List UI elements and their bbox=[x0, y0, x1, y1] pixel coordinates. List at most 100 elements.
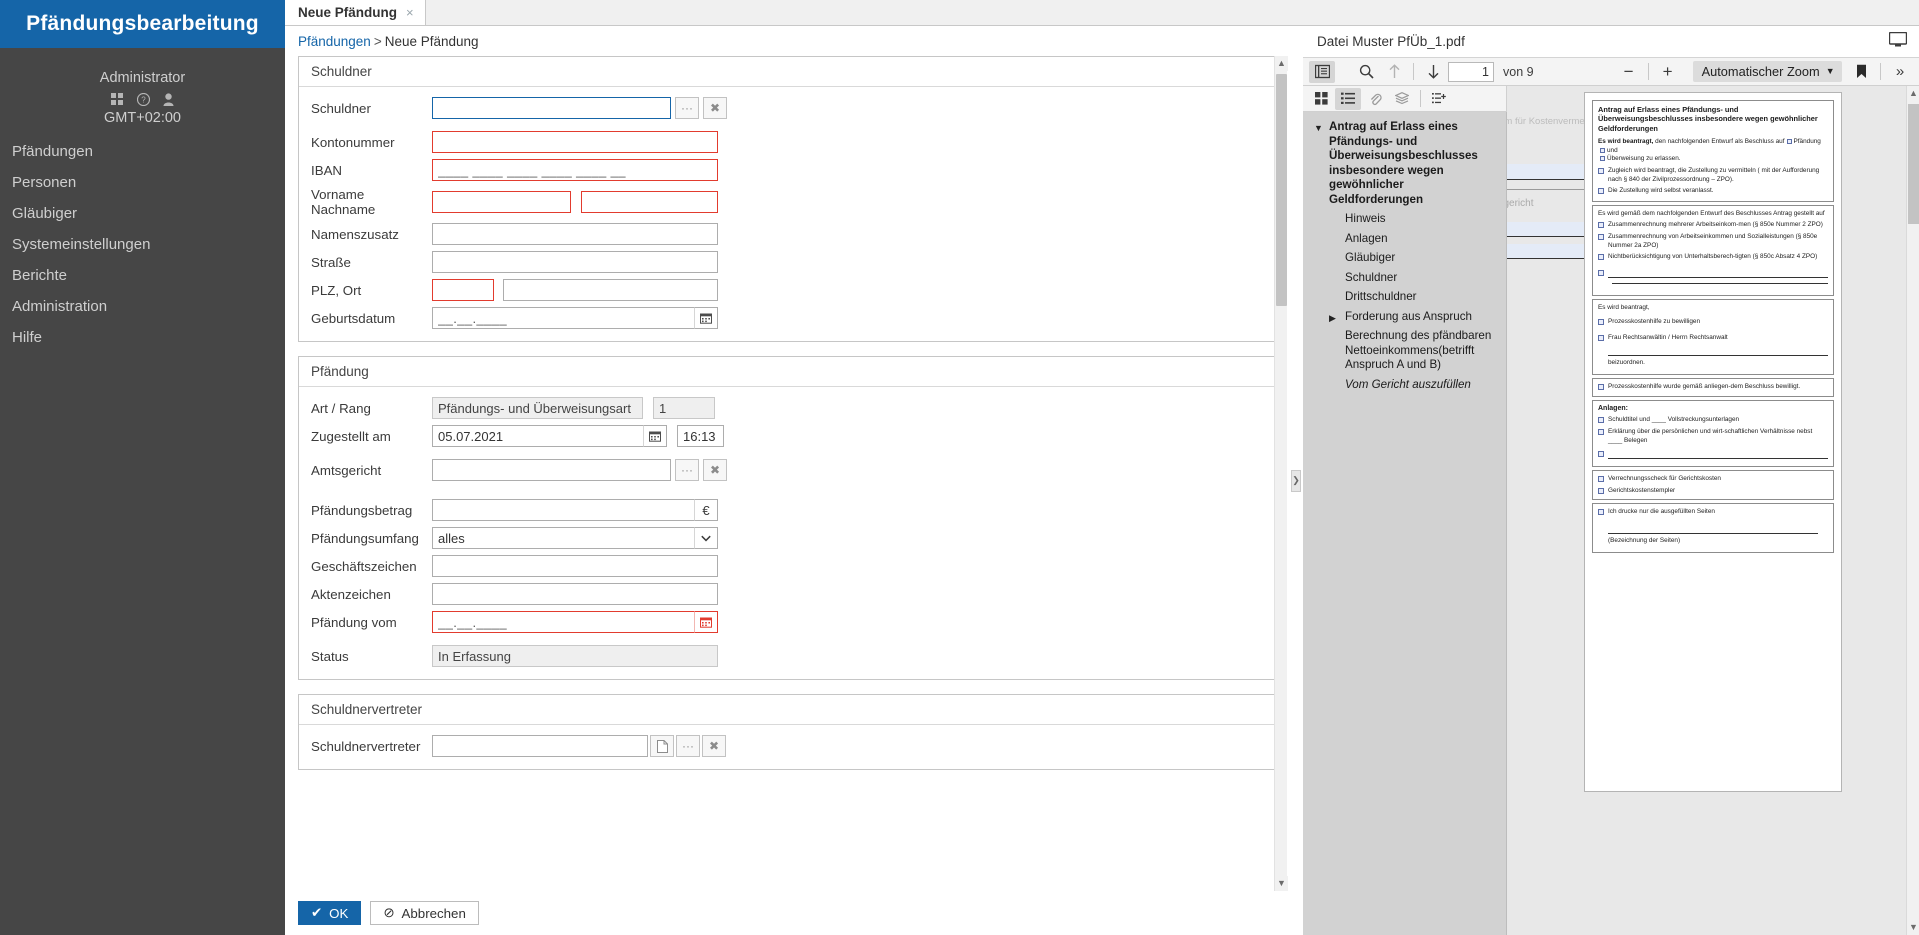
sidebar-item-personen[interactable]: Personen bbox=[0, 167, 285, 198]
checkbox-icon[interactable] bbox=[1598, 234, 1604, 240]
vertreter-clear-icon[interactable]: ✖ bbox=[702, 735, 726, 757]
checkbox-icon[interactable] bbox=[1598, 429, 1604, 435]
outline-item-forderung[interactable]: ▶ Forderung aus Anspruch bbox=[1307, 308, 1499, 328]
form-scrollbar[interactable]: ▲ ▼ bbox=[1274, 56, 1287, 891]
pfaendung-vom-calendar-icon[interactable] bbox=[694, 611, 718, 633]
sidebar-toggle-icon[interactable] bbox=[1309, 61, 1335, 83]
schuldner-ellipsis-icon[interactable]: ··· bbox=[675, 97, 699, 119]
checkbox-icon[interactable] bbox=[1598, 509, 1604, 515]
document-icon[interactable] bbox=[650, 735, 674, 757]
checkbox-icon[interactable] bbox=[1598, 335, 1604, 341]
nachname-input[interactable] bbox=[581, 191, 718, 213]
sidebar-item-hilfe[interactable]: Hilfe bbox=[0, 322, 285, 353]
checkbox-icon[interactable] bbox=[1598, 188, 1604, 194]
geburtsdatum-input[interactable] bbox=[432, 307, 694, 329]
checkbox-icon[interactable] bbox=[1598, 168, 1604, 174]
aktenzeichen-input[interactable] bbox=[432, 583, 718, 605]
checkbox-icon[interactable] bbox=[1598, 222, 1604, 228]
amtsgericht-clear-icon[interactable]: ✖ bbox=[703, 459, 727, 481]
arrow-down-icon[interactable] bbox=[1420, 61, 1446, 83]
pane-splitter[interactable]: ❯ bbox=[1289, 26, 1303, 935]
twisty-open-icon[interactable]: ▼ bbox=[1314, 121, 1323, 136]
tab-neue-pfaendung[interactable]: Neue Pfändung × bbox=[285, 0, 426, 25]
vorname-input[interactable] bbox=[432, 191, 571, 213]
pdf-scrollbar[interactable]: ▲ ▼ bbox=[1906, 86, 1919, 935]
zoom-out-button[interactable]: − bbox=[1616, 61, 1642, 83]
scroll-down-icon[interactable]: ▼ bbox=[1275, 876, 1288, 891]
schuldnervertreter-input[interactable] bbox=[432, 735, 648, 757]
more-tools-icon[interactable]: » bbox=[1887, 61, 1913, 83]
splitter-handle-icon[interactable]: ❯ bbox=[1291, 470, 1301, 492]
strasse-input[interactable] bbox=[432, 251, 718, 273]
close-icon[interactable]: × bbox=[406, 5, 414, 20]
form-scrollbar-thumb[interactable] bbox=[1276, 74, 1287, 306]
kontonummer-input[interactable] bbox=[432, 131, 718, 153]
paperclip-icon[interactable] bbox=[1362, 88, 1388, 110]
checkbox-icon[interactable] bbox=[1598, 319, 1604, 325]
checkbox-icon[interactable] bbox=[1598, 451, 1604, 457]
thumbnails-icon[interactable] bbox=[1308, 88, 1334, 110]
scroll-up-icon[interactable]: ▲ bbox=[1275, 56, 1288, 71]
pdf-scrollbar-thumb[interactable] bbox=[1908, 104, 1919, 224]
zoom-level-select[interactable]: Automatischer Zoom ▼ bbox=[1693, 61, 1842, 82]
search-icon[interactable] bbox=[1353, 61, 1379, 83]
pdf-page-input[interactable] bbox=[1448, 62, 1494, 82]
sidebar-item-systemeinstellungen[interactable]: Systemeinstellungen bbox=[0, 229, 285, 260]
bookmark-icon[interactable] bbox=[1848, 61, 1874, 83]
pfaendungsbetrag-input[interactable] bbox=[432, 499, 694, 521]
checkbox-icon[interactable] bbox=[1600, 156, 1605, 161]
checkbox-icon[interactable] bbox=[1598, 254, 1604, 260]
pdf-page-viewport[interactable]: Raum für Kostenvermerke und Eingangsstem… bbox=[1507, 86, 1919, 935]
checkbox-icon[interactable] bbox=[1600, 148, 1605, 153]
twisty-closed-icon[interactable]: ▶ bbox=[1329, 311, 1336, 326]
pdf-scroll-up-icon[interactable]: ▲ bbox=[1907, 86, 1919, 101]
current-outline-icon[interactable] bbox=[1426, 88, 1452, 110]
arrow-up-icon[interactable] bbox=[1381, 61, 1407, 83]
sidebar-item-glaeubiger[interactable]: Gläubiger bbox=[0, 198, 285, 229]
pfaendung-vom-input[interactable] bbox=[432, 611, 694, 633]
pfaendungsumfang-select[interactable] bbox=[432, 527, 694, 549]
checkbox-icon[interactable] bbox=[1598, 270, 1604, 276]
zoom-in-button[interactable]: + bbox=[1655, 61, 1681, 83]
zugestellt-date-input[interactable] bbox=[432, 425, 643, 447]
outline-item-hinweis[interactable]: Hinweis bbox=[1307, 210, 1499, 230]
checkbox-icon[interactable] bbox=[1598, 384, 1604, 390]
outline-item-berechnung[interactable]: Berechnung des pfändbaren Nettoeinkommen… bbox=[1307, 327, 1499, 376]
plz-input[interactable] bbox=[432, 279, 494, 301]
zugestellt-calendar-icon[interactable] bbox=[643, 425, 667, 447]
sidebar-item-administration[interactable]: Administration bbox=[0, 291, 285, 322]
outline-item-anlagen[interactable]: Anlagen bbox=[1307, 230, 1499, 250]
breadcrumb-root[interactable]: Pfändungen bbox=[298, 34, 371, 49]
outline-item-glaeubiger[interactable]: Gläubiger bbox=[1307, 249, 1499, 269]
checkbox-icon[interactable] bbox=[1598, 417, 1604, 423]
cancel-button[interactable]: ⊘ Abbrechen bbox=[370, 901, 478, 925]
zugestellt-time-input[interactable] bbox=[677, 425, 724, 447]
sidebar-item-pfaendungen[interactable]: Pfändungen bbox=[0, 136, 285, 167]
grid-icon[interactable] bbox=[111, 93, 124, 106]
geschaeftszeichen-input[interactable] bbox=[432, 555, 718, 577]
help-icon[interactable]: ? bbox=[137, 93, 150, 106]
ok-button[interactable]: ✔ OK bbox=[298, 901, 361, 925]
checkbox-icon[interactable] bbox=[1598, 488, 1604, 494]
namenszusatz-input[interactable] bbox=[432, 223, 718, 245]
monitor-icon[interactable] bbox=[1889, 32, 1907, 50]
outline-item-schuldner[interactable]: Schuldner bbox=[1307, 269, 1499, 289]
amtsgericht-ellipsis-icon[interactable]: ··· bbox=[675, 459, 699, 481]
geburtsdatum-calendar-icon[interactable] bbox=[694, 307, 718, 329]
outline-icon[interactable] bbox=[1335, 88, 1361, 110]
checkbox-icon[interactable] bbox=[1598, 476, 1604, 482]
schuldner-input[interactable] bbox=[432, 97, 671, 119]
vertreter-ellipsis-icon[interactable]: ··· bbox=[676, 735, 700, 757]
sidebar-item-berichte[interactable]: Berichte bbox=[0, 260, 285, 291]
layers-icon[interactable] bbox=[1389, 88, 1415, 110]
schuldner-clear-icon[interactable]: ✖ bbox=[703, 97, 727, 119]
ort-input[interactable] bbox=[503, 279, 718, 301]
outline-item-drittschuldner[interactable]: Drittschuldner bbox=[1307, 288, 1499, 308]
checkbox-icon[interactable] bbox=[1787, 139, 1792, 144]
pdf-scroll-down-icon[interactable]: ▼ bbox=[1907, 920, 1919, 935]
outline-item-root[interactable]: ▼ Antrag auf Erlass eines Pfändungs- und… bbox=[1307, 118, 1499, 210]
amtsgericht-input[interactable] bbox=[432, 459, 671, 481]
user-icon[interactable] bbox=[163, 93, 174, 106]
outline-item-vom-gericht[interactable]: Vom Gericht auszufüllen bbox=[1307, 376, 1499, 396]
iban-input[interactable] bbox=[432, 159, 718, 181]
